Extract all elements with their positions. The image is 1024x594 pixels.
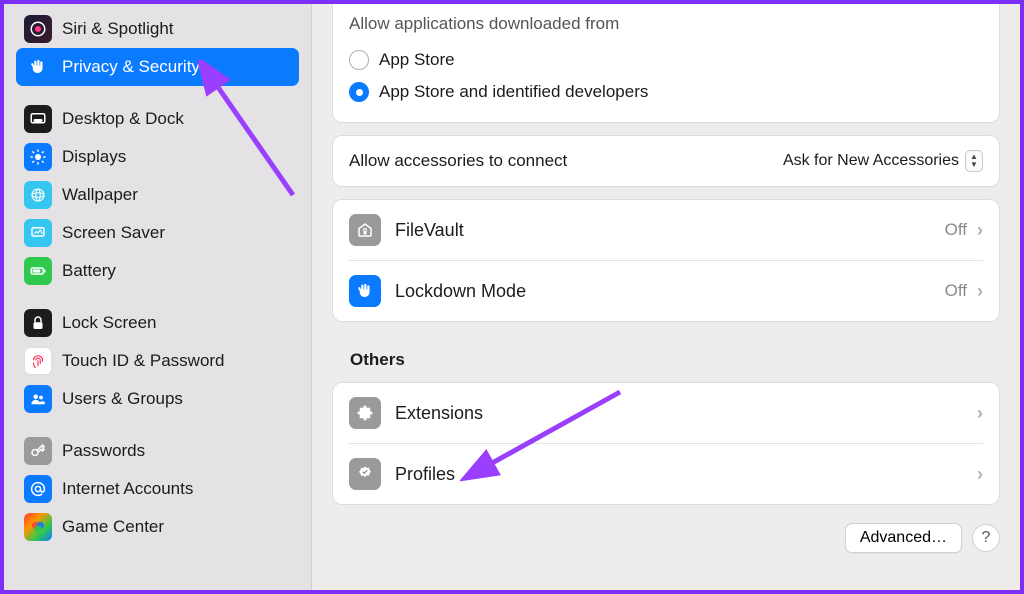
list-row-profiles[interactable]: Profiles ›	[349, 443, 983, 504]
accessories-value: Ask for New Accessories	[783, 152, 959, 170]
gamecenter-icon	[24, 513, 52, 541]
sidebar-item-screen-saver[interactable]: Screen Saver	[16, 214, 299, 252]
sidebar-item-label: Privacy & Security	[62, 57, 200, 77]
sidebar-item-users-groups[interactable]: Users & Groups	[16, 380, 299, 418]
users-icon	[24, 385, 52, 413]
sidebar-item-label: Wallpaper	[62, 185, 138, 205]
sidebar-item-label: Touch ID & Password	[62, 351, 225, 371]
siri-icon	[24, 15, 52, 43]
battery-icon	[24, 257, 52, 285]
sidebar-item-label: Desktop & Dock	[62, 109, 184, 129]
sidebar-item-lock-screen[interactable]: Lock Screen	[16, 304, 299, 342]
sidebar-item-label: Internet Accounts	[62, 479, 193, 499]
dock-icon	[24, 105, 52, 133]
sidebar: Siri & Spotlight Privacy & Security Deskto…	[4, 4, 312, 590]
privacy-list: FileVault Off › Lockdown Mode Off ›	[332, 199, 1000, 322]
advanced-button[interactable]: Advanced…	[845, 523, 962, 553]
puzzle-icon	[349, 397, 381, 429]
row-value: Off	[945, 220, 967, 240]
chevron-right-icon: ›	[977, 281, 983, 302]
hand-icon	[349, 275, 381, 307]
sidebar-item-label: Game Center	[62, 517, 164, 537]
radio-icon	[349, 50, 369, 70]
footer: Advanced… ?	[332, 523, 1000, 553]
sidebar-item-siri-spotlight[interactable]: Siri & Spotlight	[16, 10, 299, 48]
help-button[interactable]: ?	[972, 524, 1000, 552]
fingerprint-icon	[24, 347, 52, 375]
sidebar-item-wallpaper[interactable]: Wallpaper	[16, 176, 299, 214]
chevron-right-icon: ›	[977, 220, 983, 241]
chevron-right-icon: ›	[977, 403, 983, 424]
filevault-icon	[349, 214, 381, 246]
download-panel: Allow applications downloaded from App S…	[332, 4, 1000, 123]
row-label: Extensions	[395, 403, 483, 424]
others-heading: Others	[350, 350, 1000, 370]
displays-icon	[24, 143, 52, 171]
main-content: Allow applications downloaded from App S…	[312, 4, 1020, 590]
sidebar-item-touch-id-password[interactable]: Touch ID & Password	[16, 342, 299, 380]
sidebar-item-label: Siri & Spotlight	[62, 19, 174, 39]
sidebar-item-displays[interactable]: Displays	[16, 138, 299, 176]
list-row-lockdown-mode[interactable]: Lockdown Mode Off ›	[349, 260, 983, 321]
radio-icon	[349, 82, 369, 102]
list-row-extensions[interactable]: Extensions ›	[349, 383, 983, 443]
sidebar-item-label: Screen Saver	[62, 223, 165, 243]
sidebar-item-privacy-security[interactable]: Privacy & Security	[16, 48, 299, 86]
others-list: Extensions › Profiles ›	[332, 382, 1000, 505]
radio-option[interactable]: App Store	[349, 44, 983, 76]
radio-label: App Store and identified developers	[379, 82, 648, 102]
row-label: FileVault	[395, 220, 464, 241]
row-value: Off	[945, 281, 967, 301]
at-icon	[24, 475, 52, 503]
accessories-panel: Allow accessories to connect Ask for New…	[332, 135, 1000, 187]
screensaver-icon	[24, 219, 52, 247]
download-heading: Allow applications downloaded from	[349, 14, 983, 34]
sidebar-item-label: Passwords	[62, 441, 145, 461]
hand-icon	[24, 53, 52, 81]
sidebar-item-label: Battery	[62, 261, 116, 281]
row-label: Profiles	[395, 464, 455, 485]
key-icon	[24, 437, 52, 465]
wallpaper-icon	[24, 181, 52, 209]
sidebar-item-passwords[interactable]: Passwords	[16, 432, 299, 470]
sidebar-item-label: Displays	[62, 147, 126, 167]
sidebar-item-internet-accounts[interactable]: Internet Accounts	[16, 470, 299, 508]
accessories-label: Allow accessories to connect	[349, 151, 567, 171]
sidebar-item-label: Users & Groups	[62, 389, 183, 409]
accessories-selector[interactable]: Ask for New Accessories ▲▼	[783, 150, 983, 172]
sidebar-item-desktop-dock[interactable]: Desktop & Dock	[16, 100, 299, 138]
radio-label: App Store	[379, 50, 455, 70]
sidebar-item-game-center[interactable]: Game Center	[16, 508, 299, 546]
list-row-filevault[interactable]: FileVault Off ›	[349, 200, 983, 260]
badge-icon	[349, 458, 381, 490]
sidebar-item-label: Lock Screen	[62, 313, 157, 333]
chevron-right-icon: ›	[977, 464, 983, 485]
row-label: Lockdown Mode	[395, 281, 526, 302]
radio-option[interactable]: App Store and identified developers	[349, 76, 983, 108]
sidebar-item-battery[interactable]: Battery	[16, 252, 299, 290]
stepper-icon: ▲▼	[965, 150, 983, 172]
lock-icon	[24, 309, 52, 337]
